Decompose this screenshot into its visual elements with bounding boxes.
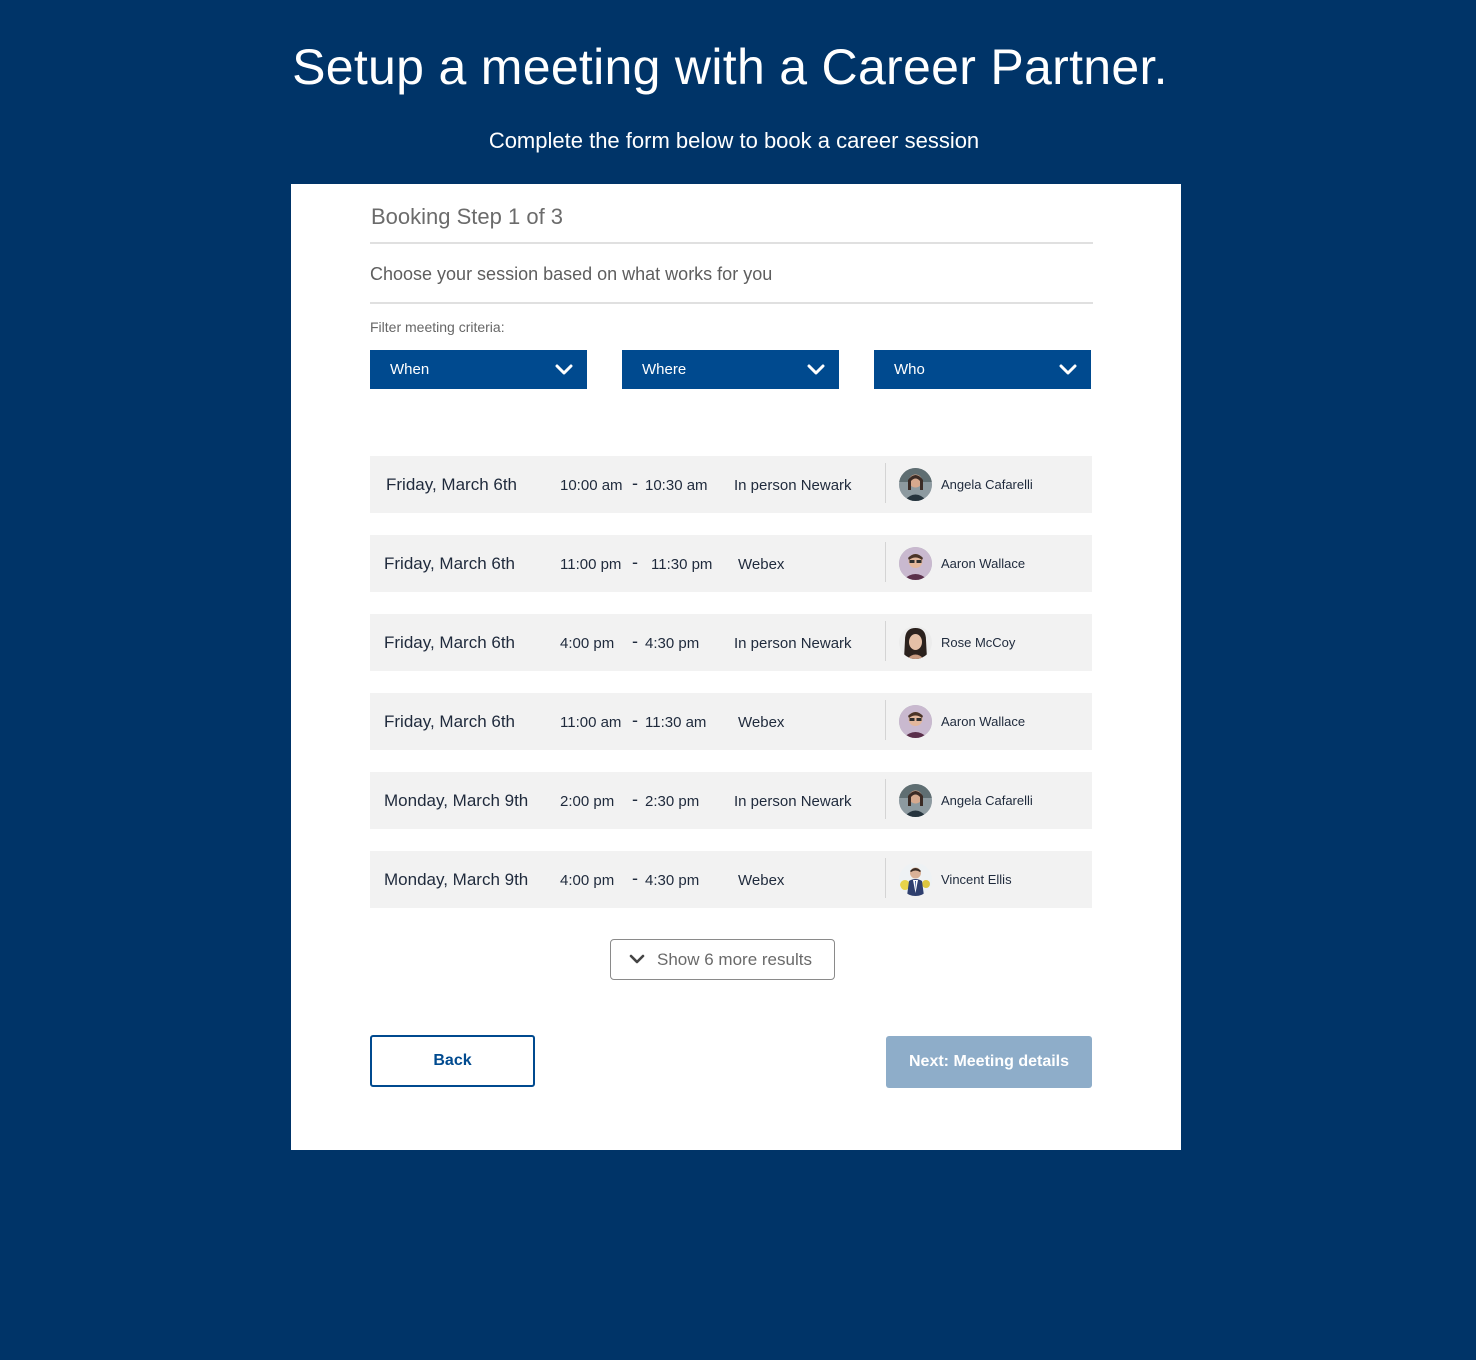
session-date: Friday, March 6th (384, 712, 516, 731)
session-start-time: 2:00 pm (560, 793, 615, 810)
session-end-time: 11:30 pm (651, 556, 713, 573)
divider (885, 779, 886, 819)
session-row[interactable]: Friday, March 6th 11:00 am - 11:30 am We… (370, 693, 1092, 750)
divider (885, 542, 886, 582)
time-separator: - (632, 789, 638, 809)
show-more-label: Show 6 more results (657, 949, 812, 969)
partner-name: Vincent Ellis (941, 872, 1012, 887)
session-date: Friday, March 6th (384, 554, 516, 573)
session-date: Friday, March 6th (384, 633, 516, 652)
session-start-time: 4:00 pm (560, 872, 615, 889)
divider (885, 463, 886, 503)
time-separator: - (632, 868, 638, 888)
session-start-time: 11:00 am (560, 714, 622, 731)
session-row[interactable]: Friday, March 6th 10:00 am - 10:30 am In… (370, 456, 1092, 513)
divider (885, 621, 886, 661)
avatar (899, 784, 932, 817)
divider (885, 858, 886, 898)
filter-when-dropdown[interactable]: When (370, 350, 587, 389)
session-location: Webex (738, 872, 785, 889)
avatar (899, 705, 932, 738)
divider (885, 700, 886, 740)
session-location: Webex (738, 556, 785, 573)
partner-name: Aaron Wallace (941, 714, 1026, 729)
session-date: Monday, March 9th (384, 870, 529, 889)
divider (370, 242, 1093, 244)
partner-name: Angela Cafarelli (941, 793, 1033, 808)
session-row[interactable]: Friday, March 6th 11:00 pm - 11:30 pm We… (370, 535, 1092, 592)
avatar (899, 626, 932, 659)
filter-where-label: Where (642, 361, 687, 378)
session-start-time: 11:00 pm (560, 556, 622, 573)
booking-card: Booking Step 1 of 3 Choose your session … (291, 184, 1181, 1150)
session-location: In person Newark (734, 793, 852, 810)
time-separator: - (632, 473, 638, 493)
session-date: Friday, March 6th (386, 475, 518, 494)
divider (370, 302, 1093, 304)
session-end-time: 11:30 am (645, 714, 707, 731)
filter-who-dropdown[interactable]: Who (874, 350, 1091, 389)
partner-name: Rose McCoy (941, 635, 1016, 650)
chevron-down-icon (555, 364, 573, 376)
avatar (899, 468, 932, 501)
session-end-time: 10:30 am (645, 477, 708, 494)
time-separator: - (632, 631, 638, 651)
session-start-time: 10:00 am (560, 477, 623, 494)
chevron-down-icon (629, 950, 645, 970)
session-row[interactable]: Friday, March 6th 4:00 pm - 4:30 pm In p… (370, 614, 1092, 671)
chevron-down-icon (1059, 364, 1077, 376)
page-title: Setup a meeting with a Career Partner. (292, 39, 1168, 95)
session-location: In person Newark (734, 477, 852, 494)
partner-name: Aaron Wallace (941, 556, 1026, 571)
time-separator: - (632, 710, 638, 730)
filter-when-label: When (390, 361, 430, 378)
session-date: Monday, March 9th (384, 791, 529, 810)
show-more-button[interactable]: Show 6 more results (610, 939, 835, 980)
filter-who-label: Who (894, 361, 925, 378)
session-end-time: 4:30 pm (645, 872, 700, 889)
session-end-time: 4:30 pm (645, 635, 700, 652)
next-meeting-details-button[interactable]: Next: Meeting details (886, 1036, 1092, 1088)
filter-where-dropdown[interactable]: Where (622, 350, 839, 389)
avatar (899, 547, 932, 580)
step-description: Choose your session based on what works … (370, 264, 773, 284)
back-button[interactable]: Back (370, 1035, 535, 1087)
filter-label: Filter meeting criteria: (370, 319, 505, 335)
session-end-time: 2:30 pm (645, 793, 700, 810)
session-start-time: 4:00 pm (560, 635, 615, 652)
time-separator: - (632, 552, 638, 572)
session-location: In person Newark (734, 635, 852, 652)
page-subtitle: Complete the form below to book a career… (488, 128, 980, 153)
session-location: Webex (738, 714, 785, 731)
session-row[interactable]: Monday, March 9th 2:00 pm - 2:30 pm In p… (370, 772, 1092, 829)
partner-name: Angela Cafarelli (941, 477, 1033, 492)
chevron-down-icon (807, 364, 825, 376)
session-row[interactable]: Monday, March 9th 4:00 pm - 4:30 pm Webe… (370, 851, 1092, 908)
avatar (899, 863, 932, 896)
step-title: Booking Step 1 of 3 (371, 204, 564, 229)
